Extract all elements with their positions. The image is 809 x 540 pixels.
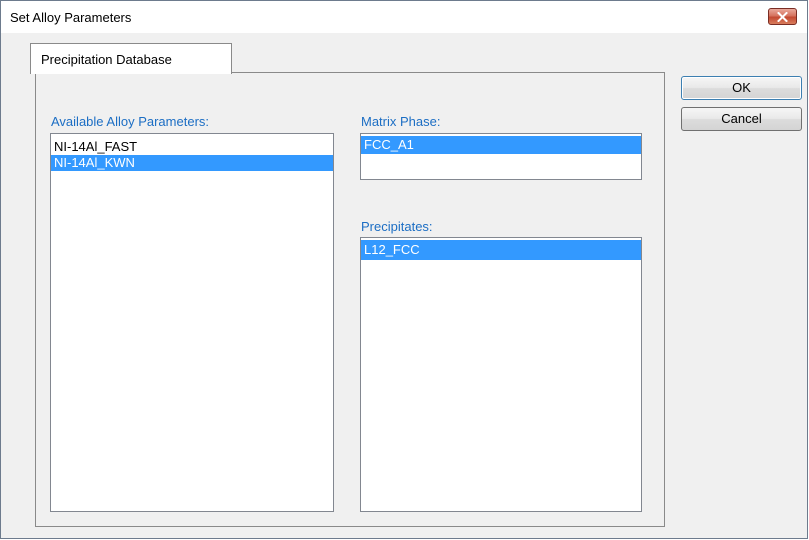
dialog-client-area: Precipitation Database Available Alloy P… bbox=[9, 33, 802, 533]
matrix-phase-listbox[interactable]: FCC_A1 bbox=[360, 133, 642, 180]
tab-label: Precipitation Database bbox=[41, 52, 172, 67]
tab-precipitation-database[interactable]: Precipitation Database bbox=[30, 43, 232, 74]
ok-button[interactable]: OK bbox=[681, 76, 802, 100]
title-bar[interactable]: Set Alloy Parameters bbox=[1, 1, 807, 33]
tab-page: Available Alloy Parameters: NI-14Al_FAST… bbox=[35, 72, 665, 527]
dialog-window: Set Alloy Parameters Precipitation Datab… bbox=[0, 0, 808, 539]
precipitates-label: Precipitates: bbox=[361, 219, 433, 234]
close-button[interactable] bbox=[768, 8, 797, 25]
cancel-button[interactable]: Cancel bbox=[681, 107, 802, 131]
list-item[interactable]: NI-14Al_FAST bbox=[51, 139, 333, 155]
alloy-parameters-label: Available Alloy Parameters: bbox=[51, 114, 210, 129]
list-item-selected[interactable]: FCC_A1 bbox=[361, 136, 641, 154]
close-icon bbox=[777, 11, 788, 22]
precipitates-listbox[interactable]: L12_FCC bbox=[360, 237, 642, 512]
matrix-phase-label: Matrix Phase: bbox=[361, 114, 441, 129]
window-title: Set Alloy Parameters bbox=[10, 10, 132, 25]
alloy-parameters-listbox[interactable]: NI-14Al_FAST NI-14Al_KWN bbox=[50, 133, 334, 512]
list-item-selected[interactable]: NI-14Al_KWN bbox=[51, 155, 333, 171]
list-item-selected[interactable]: L12_FCC bbox=[361, 240, 641, 260]
